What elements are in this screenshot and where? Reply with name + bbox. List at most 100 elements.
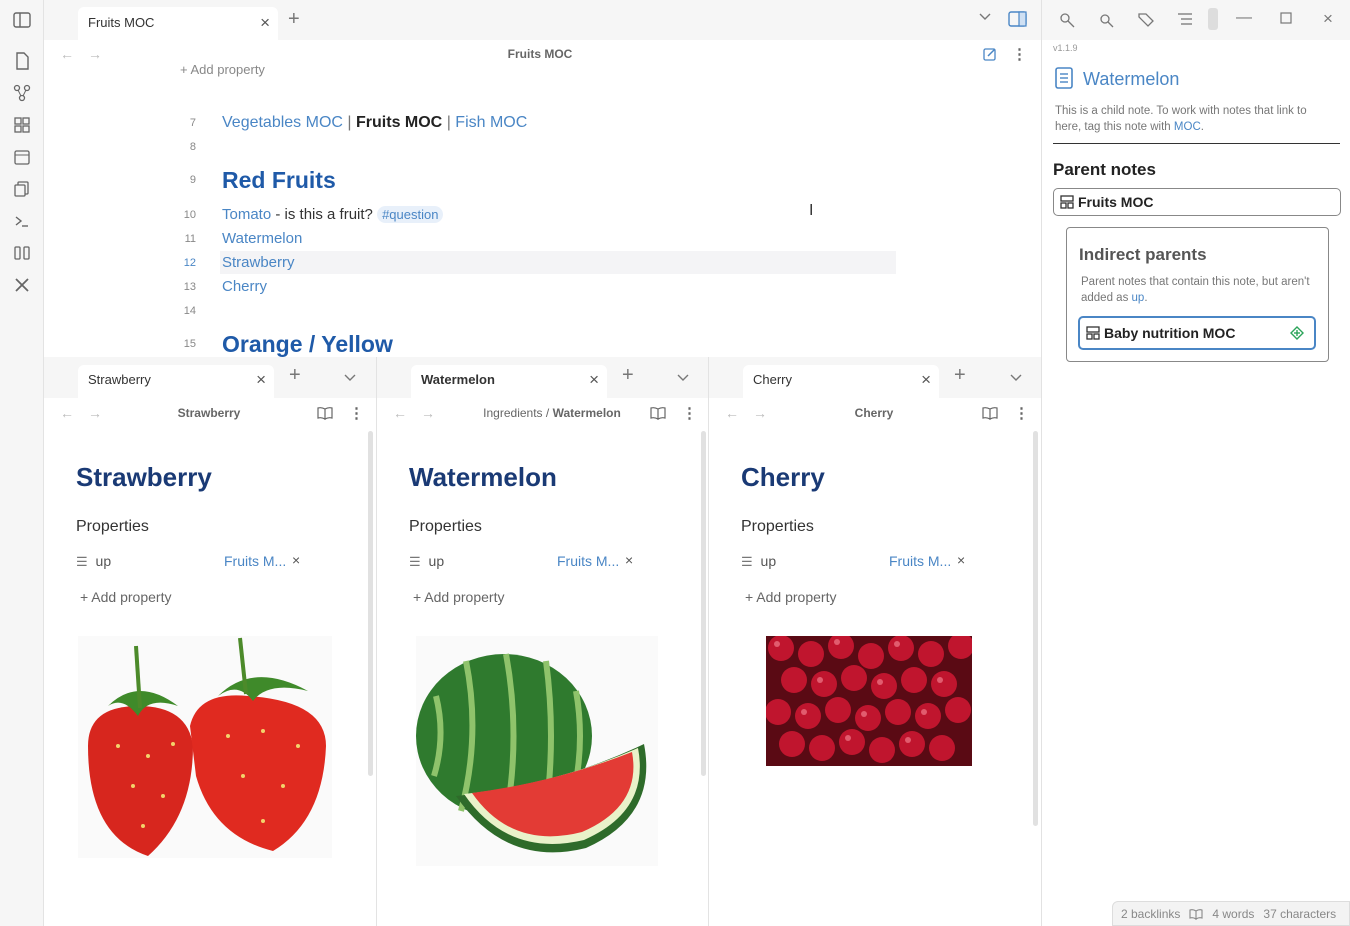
pane-tab-bar: Watermelon × + — [377, 357, 708, 398]
toolbar-overflow[interactable] — [1208, 8, 1218, 30]
tags-icon[interactable] — [1138, 12, 1155, 27]
link-vegetables-moc[interactable]: Vegetables MOC — [222, 114, 343, 131]
git-compare-icon[interactable] — [12, 243, 32, 263]
canvas-icon[interactable] — [12, 115, 32, 135]
tomato-text: - is this a fruit? — [275, 206, 373, 223]
tab-watermelon[interactable]: Watermelon × — [411, 365, 607, 398]
chevron-down-icon[interactable] — [344, 374, 356, 382]
tab-fruits-moc[interactable]: Fruits MOC × — [78, 7, 278, 40]
close-tab-icon[interactable]: × — [260, 13, 270, 33]
editor: + Add property 7 Vegetables MOC | Fruits… — [44, 62, 1029, 357]
back-arrow-icon[interactable]: ← — [60, 46, 74, 62]
chevron-down-icon[interactable] — [1010, 374, 1022, 382]
property-value-link[interactable]: Fruits M... — [224, 553, 286, 569]
reading-mode-icon[interactable] — [1189, 908, 1203, 920]
copy-icon[interactable] — [12, 179, 32, 199]
breadcrumb: Ingredients / Watermelon — [457, 399, 647, 427]
breadcrumb-parent[interactable]: Ingredients — [483, 406, 542, 420]
graph-view-icon[interactable] — [12, 83, 32, 103]
reading-view-icon[interactable] — [317, 406, 333, 420]
maximize-icon[interactable] — [1280, 12, 1292, 24]
tab-strawberry[interactable]: Strawberry × — [78, 365, 274, 398]
moc-link[interactable]: MOC — [1174, 121, 1201, 133]
properties-heading: Properties — [76, 518, 149, 535]
new-tab-icon[interactable]: + — [622, 364, 634, 387]
breadcrumb-current: Watermelon — [552, 406, 621, 420]
scrollbar[interactable] — [368, 431, 373, 776]
list-icon: ☰ — [76, 554, 88, 569]
more-options-icon[interactable]: ⋮ — [349, 404, 364, 422]
note-icon — [1054, 67, 1074, 89]
property-row: ☰ up Fruits M... × — [76, 552, 316, 570]
back-arrow-icon[interactable]: ← — [60, 405, 74, 421]
tab-cherry[interactable]: Cherry × — [743, 365, 939, 398]
indirect-parents-heading: Indirect parents — [1079, 245, 1207, 264]
tools-icon[interactable] — [12, 275, 32, 295]
properties-heading: Properties — [409, 518, 482, 535]
add-property-button[interactable]: + Add property — [180, 62, 265, 77]
terminal-icon[interactable] — [12, 211, 32, 231]
sidebar-toggle-icon[interactable] — [12, 10, 32, 30]
back-arrow-icon[interactable]: ← — [725, 405, 739, 421]
add-property-label: Add property — [190, 62, 265, 77]
backlinks-count[interactable]: 2 backlinks — [1121, 907, 1180, 921]
reading-view-icon[interactable] — [982, 406, 998, 420]
close-tab-icon[interactable]: × — [256, 370, 266, 390]
close-window-icon[interactable]: × — [1323, 9, 1333, 29]
back-arrow-icon[interactable]: ← — [393, 405, 407, 421]
minimize-icon[interactable]: — — [1236, 9, 1252, 27]
chevron-down-icon[interactable] — [677, 374, 689, 382]
note-title: Watermelon — [1083, 69, 1180, 89]
link-strawberry[interactable]: Strawberry — [222, 254, 295, 271]
forward-arrow-icon[interactable]: → — [88, 405, 102, 421]
more-options-icon[interactable]: ⋮ — [682, 404, 697, 422]
edit-icon[interactable] — [983, 47, 997, 61]
property-row: ☰ up Fruits M... × — [741, 552, 981, 570]
remove-value-icon[interactable]: × — [957, 552, 965, 568]
add-property-button[interactable]: + Add property — [413, 589, 504, 605]
line-number: 13 — [183, 281, 196, 293]
property-value-link[interactable]: Fruits M... — [557, 553, 619, 569]
remove-value-icon[interactable]: × — [292, 552, 300, 568]
parent-note-card[interactable]: Fruits MOC — [1053, 188, 1341, 216]
backlinks-icon[interactable] — [1059, 12, 1075, 28]
calendar-icon[interactable] — [12, 147, 32, 167]
add-parent-icon[interactable] — [1290, 326, 1304, 340]
indirect-note-card[interactable]: Baby nutrition MOC — [1078, 316, 1316, 350]
property-key[interactable]: up — [761, 553, 777, 569]
line-number: 9 — [189, 174, 196, 186]
new-tab-icon[interactable]: + — [954, 364, 966, 387]
line-number: 15 — [183, 338, 196, 350]
property-key[interactable]: up — [96, 553, 112, 569]
more-options-icon[interactable]: ⋮ — [1012, 45, 1027, 63]
line-number: 14 — [183, 305, 196, 317]
chevron-down-icon[interactable] — [979, 13, 991, 21]
close-tab-icon[interactable]: × — [921, 370, 931, 390]
new-tab-icon[interactable]: + — [289, 364, 301, 387]
link-watermelon[interactable]: Watermelon — [222, 230, 302, 247]
more-options-icon[interactable]: ⋮ — [1014, 404, 1029, 422]
forward-arrow-icon[interactable]: → — [88, 46, 102, 62]
scrollbar[interactable] — [701, 431, 706, 776]
search-files-icon[interactable] — [12, 51, 32, 71]
right-sidebar-toggle-icon[interactable] — [1008, 11, 1027, 27]
remove-value-icon[interactable]: × — [625, 552, 633, 568]
reading-view-icon[interactable] — [650, 406, 666, 420]
up-link[interactable]: up — [1132, 292, 1145, 304]
link-fish-moc[interactable]: Fish MOC — [455, 114, 527, 131]
property-key[interactable]: up — [429, 553, 445, 569]
link-tomato[interactable]: Tomato — [222, 206, 271, 223]
forward-arrow-icon[interactable]: → — [421, 405, 435, 421]
add-property-button[interactable]: + Add property — [80, 589, 171, 605]
outline-icon[interactable] — [1177, 12, 1193, 26]
add-property-button[interactable]: + Add property — [745, 589, 836, 605]
tag-question[interactable]: #question — [377, 206, 444, 223]
forward-arrow-icon[interactable]: → — [753, 405, 767, 421]
current-fruits-moc: Fruits MOC — [356, 114, 443, 131]
close-tab-icon[interactable]: × — [589, 370, 599, 390]
outgoing-links-icon[interactable] — [1098, 12, 1114, 28]
property-value-link[interactable]: Fruits M... — [889, 553, 951, 569]
link-cherry[interactable]: Cherry — [222, 278, 267, 295]
scrollbar[interactable] — [1033, 431, 1038, 826]
new-tab-icon[interactable]: + — [288, 8, 300, 31]
